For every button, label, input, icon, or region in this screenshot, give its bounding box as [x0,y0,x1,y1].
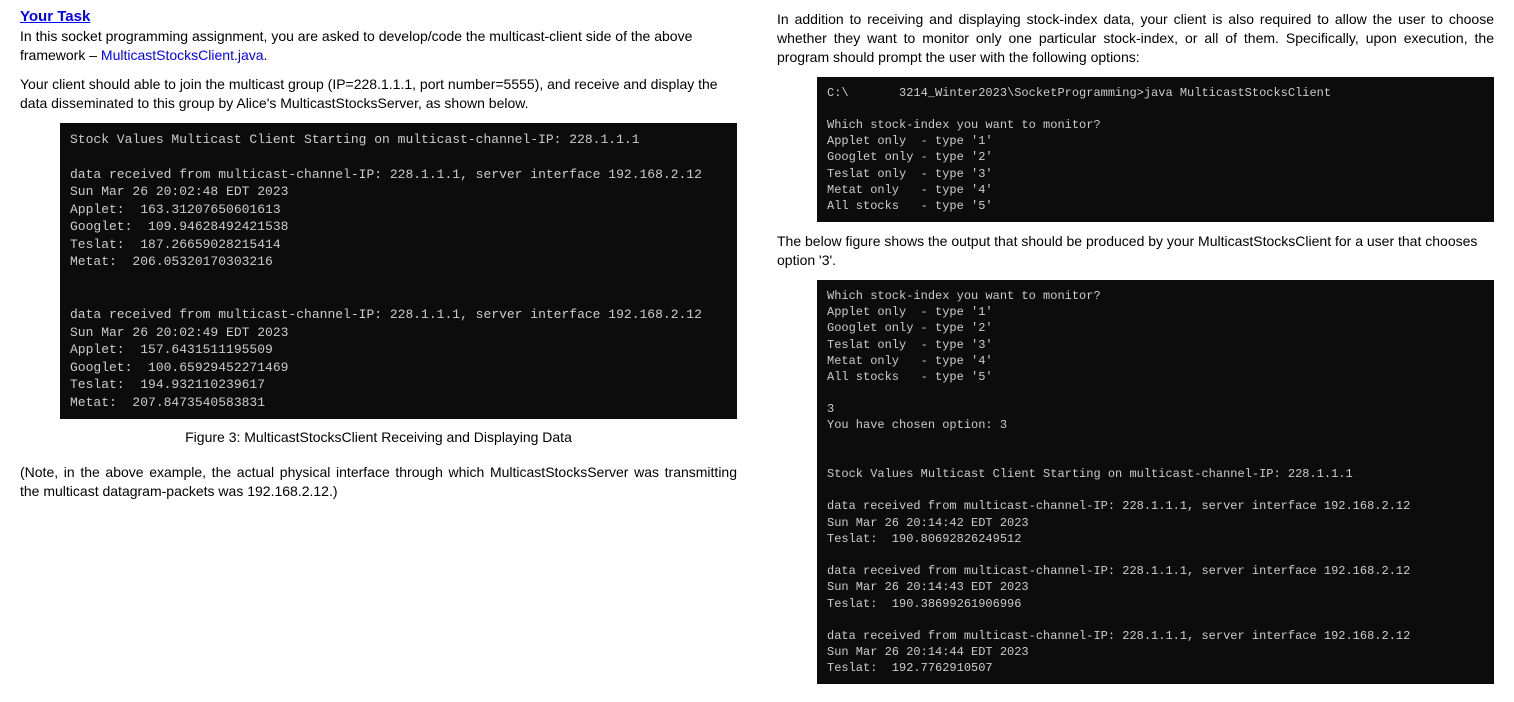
task-heading: Your Task [20,8,737,25]
right-column: In addition to receiving and displaying … [757,0,1514,702]
intro-paragraph-2: Your client should able to join the mult… [20,75,737,113]
terminal-output-1: Stock Values Multicast Client Starting o… [60,123,737,420]
note-paragraph: (Note, in the above example, the actual … [20,463,737,501]
terminal-output-2: C:\ 3214_Winter2023\SocketProgramming>ja… [817,77,1494,223]
left-column: Your Task In this socket programming ass… [0,0,757,702]
client-java-link[interactable]: MulticastStocksClient.java [101,47,264,63]
right-paragraph-2: The below figure shows the output that s… [777,232,1494,270]
terminal-output-3: Which stock-index you want to monitor? A… [817,280,1494,685]
figure-3-caption: Figure 3: MulticastStocksClient Receivin… [20,429,737,445]
para1-text-b: . [264,47,268,63]
intro-paragraph-1: In this socket programming assignment, y… [20,27,737,65]
right-paragraph-1: In addition to receiving and displaying … [777,10,1494,67]
